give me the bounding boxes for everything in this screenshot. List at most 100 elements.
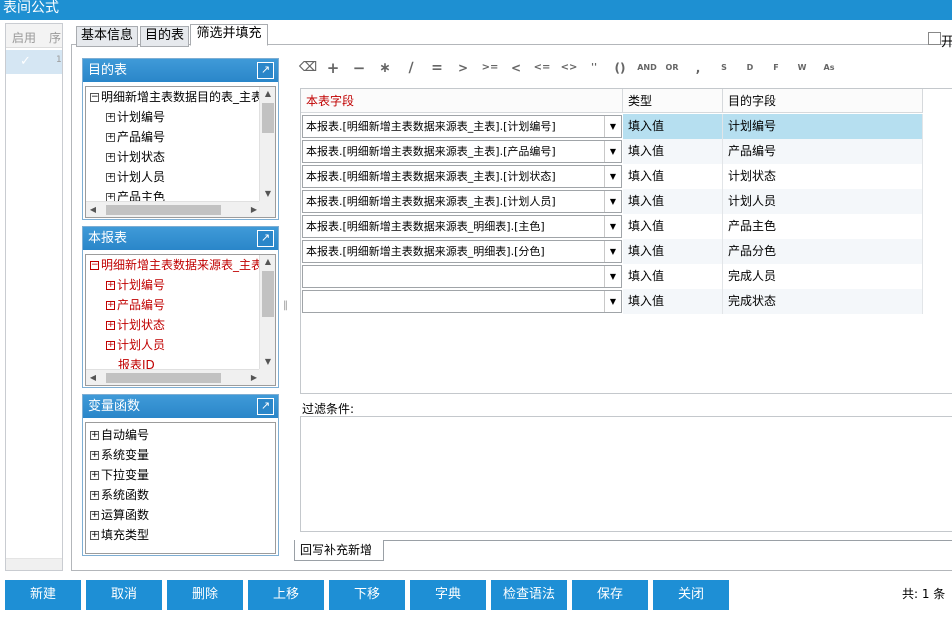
move-down-button[interactable]: 下移: [329, 580, 405, 610]
or-icon[interactable]: OR: [663, 56, 681, 80]
greater-equal-icon[interactable]: >=: [480, 56, 500, 80]
target-field-cell[interactable]: 计划编号: [723, 114, 923, 139]
clear-icon[interactable]: ⌫: [297, 56, 319, 80]
column-header-type[interactable]: 类型: [623, 89, 723, 113]
table-row[interactable]: 本报表.[明细新增主表数据来源表_主表].[计划人员] ▼ 填入值 计划人员: [301, 189, 923, 214]
parentheses-icon[interactable]: (): [611, 56, 629, 80]
table-row[interactable]: ▼ 填入值 完成人员: [301, 264, 923, 289]
source-field-select[interactable]: 本报表.[明细新增主表数据来源表_主表].[计划编号] ▼: [302, 115, 622, 138]
tree-item[interactable]: + 下拉变量: [90, 465, 149, 485]
target-table-tree[interactable]: − 明细新增主表数据目的表_主表 + 计划编号 + 产品编号 + 计划状态 + 计划人员 …: [85, 86, 276, 218]
horizontal-scrollbar[interactable]: ◀ ▶: [86, 201, 261, 217]
new-button[interactable]: 新建: [5, 580, 81, 610]
divide-icon[interactable]: ∕: [402, 56, 420, 80]
source-field-select[interactable]: 本报表.[明细新增主表数据来源表_主表].[计划人员] ▼: [302, 190, 622, 213]
vertical-scrollbar[interactable]: ▲ ▼: [259, 87, 275, 201]
expand-node-icon[interactable]: +: [106, 341, 115, 350]
cancel-button[interactable]: 取消: [86, 580, 162, 610]
table-row[interactable]: ▼ 填入值 完成状态: [301, 289, 923, 314]
multiply-icon[interactable]: ∗: [376, 56, 394, 80]
tab-filter-fill[interactable]: 筛选并填充: [190, 24, 268, 46]
rule-list-scrollbar[interactable]: [6, 558, 62, 570]
w-icon[interactable]: W: [793, 56, 811, 80]
save-button[interactable]: 保存: [572, 580, 648, 610]
dropdown-arrow-icon[interactable]: ▼: [604, 166, 621, 187]
tree-item[interactable]: + 自动编号: [90, 425, 149, 445]
d-icon[interactable]: D: [741, 56, 759, 80]
type-cell[interactable]: 填入值: [623, 264, 723, 289]
expand-node-icon[interactable]: +: [90, 511, 99, 520]
field-mapping-grid[interactable]: 本表字段 类型 目的字段 本报表.[明细新增主表数据来源表_主表].[计划编号]…: [300, 88, 952, 394]
dictionary-button[interactable]: 字典: [410, 580, 486, 610]
expand-node-icon[interactable]: +: [90, 531, 99, 540]
dropdown-arrow-icon[interactable]: ▼: [604, 216, 621, 237]
source-field-select[interactable]: 本报表.[明细新增主表数据来源表_明细表].[主色] ▼: [302, 215, 622, 238]
panel-splitter[interactable]: ‖: [283, 300, 291, 320]
tree-item[interactable]: + 计划状态: [106, 147, 165, 167]
tree-item[interactable]: + 计划人员: [106, 167, 165, 187]
table-row[interactable]: 本报表.[明细新增主表数据来源表_明细表].[主色] ▼ 填入值 产品主色: [301, 214, 923, 239]
f-icon[interactable]: F: [767, 56, 785, 80]
dropdown-arrow-icon[interactable]: ▼: [604, 291, 621, 312]
type-cell[interactable]: 填入值: [623, 139, 723, 164]
tree-item[interactable]: + 计划人员: [106, 335, 165, 355]
dropdown-arrow-icon[interactable]: ▼: [604, 116, 621, 137]
source-field-select[interactable]: ▼: [302, 290, 622, 313]
expand-node-icon[interactable]: +: [106, 321, 115, 330]
tab-target-table[interactable]: 目的表: [140, 26, 189, 47]
greater-icon[interactable]: >: [454, 56, 472, 80]
source-field-select[interactable]: 本报表.[明细新增主表数据来源表_主表].[产品编号] ▼: [302, 140, 622, 163]
this-report-tree[interactable]: − 明细新增主表数据来源表_主表 + 计划编号 + 产品编号 + 计划状态 + 计划人员 …: [85, 254, 276, 386]
not-equal-icon[interactable]: <>: [558, 56, 580, 80]
as-icon[interactable]: As: [819, 56, 839, 80]
rule-list[interactable]: 启用 序 ✓ 1: [5, 23, 63, 571]
scroll-down-icon[interactable]: ▼: [260, 187, 275, 201]
enabled-check-icon[interactable]: ✓: [20, 54, 31, 69]
tree-root[interactable]: − 明细新增主表数据来源表_主表: [90, 255, 263, 275]
tree-item[interactable]: + 系统变量: [90, 445, 149, 465]
column-header-target[interactable]: 目的字段: [723, 89, 923, 113]
type-cell[interactable]: 填入值: [623, 114, 723, 139]
column-header-source[interactable]: 本表字段: [301, 89, 623, 113]
expand-node-icon[interactable]: +: [106, 281, 115, 290]
dropdown-arrow-icon[interactable]: ▼: [604, 191, 621, 212]
dropdown-arrow-icon[interactable]: ▼: [604, 241, 621, 262]
expand-node-icon[interactable]: +: [90, 431, 99, 440]
target-field-cell[interactable]: 计划人员: [723, 189, 923, 214]
expand-node-icon[interactable]: +: [106, 113, 115, 122]
table-row[interactable]: 本报表.[明细新增主表数据来源表_主表].[计划状态] ▼ 填入值 计划状态: [301, 164, 923, 189]
tree-item[interactable]: + 产品编号: [106, 295, 165, 315]
scroll-thumb[interactable]: [262, 271, 274, 317]
and-icon[interactable]: AND: [636, 56, 658, 80]
type-cell[interactable]: 填入值: [623, 164, 723, 189]
source-field-select[interactable]: ▼: [302, 265, 622, 288]
delete-button[interactable]: 删除: [167, 580, 243, 610]
equals-icon[interactable]: =: [428, 56, 446, 80]
tree-item[interactable]: + 系统函数: [90, 485, 149, 505]
tab-basic-info[interactable]: 基本信息: [76, 26, 138, 47]
expand-node-icon[interactable]: +: [106, 173, 115, 182]
tree-item[interactable]: + 填充类型: [90, 525, 149, 545]
horizontal-scrollbar[interactable]: ◀ ▶: [86, 369, 261, 385]
target-field-cell[interactable]: 计划状态: [723, 164, 923, 189]
type-cell[interactable]: 填入值: [623, 189, 723, 214]
tree-item[interactable]: + 计划编号: [106, 275, 165, 295]
scroll-up-icon[interactable]: ▲: [260, 87, 275, 101]
minus-icon[interactable]: −: [350, 56, 368, 80]
tree-root[interactable]: − 明细新增主表数据目的表_主表: [90, 87, 263, 107]
expand-node-icon[interactable]: +: [90, 471, 99, 480]
expand-icon[interactable]: ↗: [257, 398, 274, 415]
var-functions-tree[interactable]: + 自动编号 + 系统变量 + 下拉变量 + 系统函数 + 运算函数 + 填充类型: [85, 422, 276, 554]
scroll-up-icon[interactable]: ▲: [260, 255, 275, 269]
comma-icon[interactable]: ,: [689, 56, 707, 80]
expand-node-icon[interactable]: +: [90, 451, 99, 460]
check-syntax-button[interactable]: 检查语法: [491, 580, 567, 610]
rule-list-row[interactable]: ✓ 1: [6, 50, 62, 74]
tree-item[interactable]: + 运算函数: [90, 505, 149, 525]
scroll-left-icon[interactable]: ◀: [86, 370, 100, 385]
target-field-cell[interactable]: 完成人员: [723, 264, 923, 289]
target-field-cell[interactable]: 产品主色: [723, 214, 923, 239]
scroll-down-icon[interactable]: ▼: [260, 355, 275, 369]
type-cell[interactable]: 填入值: [623, 214, 723, 239]
close-button[interactable]: 关闭: [653, 580, 729, 610]
